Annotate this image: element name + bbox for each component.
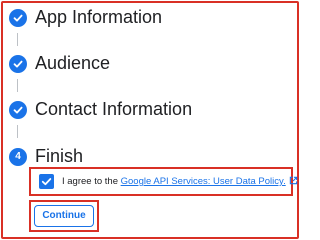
policy-link[interactable]: Google API Services: User Data Policy. [121,176,286,187]
step-number: 4 [15,151,21,162]
step-connector [17,79,18,92]
check-icon [9,55,27,73]
consent-checkbox[interactable] [39,174,54,189]
checkmark-icon [41,178,52,186]
step-label: Audience [35,53,111,73]
continue-button[interactable]: Continue [34,205,94,227]
continue-button-highlight: Continue [29,200,99,232]
check-icon [9,101,27,119]
step-connector [17,33,18,46]
step-number-badge: 4 [9,148,27,166]
consent-text: I agree to the [62,176,121,187]
step-label: Finish [35,146,84,166]
consent-label: I agree to the Google API Services: User… [62,175,298,188]
step-connector [17,125,18,138]
check-icon [9,9,27,27]
consent-row: I agree to the Google API Services: User… [29,167,297,196]
step-label: Contact Information [35,99,193,119]
step-label: App Information [35,7,163,27]
external-link-icon[interactable] [289,176,298,185]
